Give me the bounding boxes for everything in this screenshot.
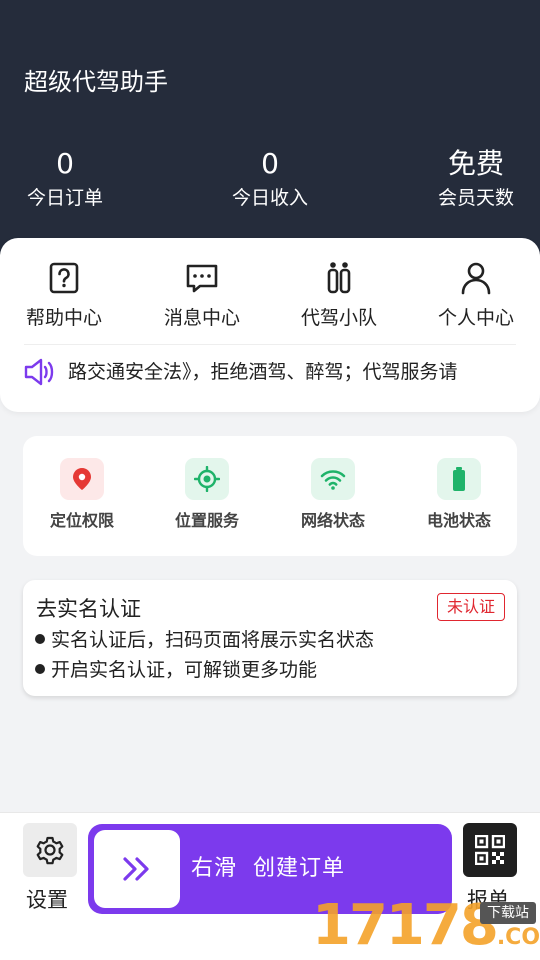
message-icon	[184, 260, 220, 296]
speaker-icon	[24, 358, 56, 386]
battery-icon	[437, 458, 481, 500]
bullet-dot	[35, 664, 45, 674]
stat-value: 0	[261, 147, 279, 180]
watermark-tag: 下载站	[480, 902, 536, 924]
slider-label: 右滑 创建订单	[191, 856, 345, 881]
gear-icon	[36, 836, 64, 865]
stat-value: 0	[56, 147, 74, 180]
nav-help-center[interactable]: 帮助中心	[14, 260, 114, 332]
bullet-dot	[35, 634, 45, 644]
nav-driving-team[interactable]: 代驾小队	[289, 260, 389, 332]
status-label: 位置服务	[174, 511, 239, 530]
stat-label: 今日订单	[26, 187, 103, 209]
auth-bullet: 实名认证后，扫码页面将展示实名状态	[35, 626, 374, 654]
status-label: 定位权限	[49, 511, 114, 530]
help-icon	[46, 260, 82, 296]
auth-bullet: 开启实名认证，可解锁更多功能	[35, 656, 317, 684]
status-network[interactable]: 网络状态	[278, 458, 388, 533]
location-pin-icon	[60, 458, 104, 500]
stat-value: 免费	[447, 147, 504, 180]
nav-label: 帮助中心	[25, 307, 102, 329]
status-location-permission[interactable]: 定位权限	[27, 458, 137, 533]
user-icon	[458, 260, 494, 296]
target-icon	[185, 458, 229, 500]
stat-today-income[interactable]: 0 今日收入	[229, 146, 311, 212]
status-location-service[interactable]: 位置服务	[152, 458, 262, 533]
bullet-text: 实名认证后，扫码页面将展示实名状态	[51, 629, 375, 651]
qr-code-icon	[475, 835, 505, 865]
settings-button[interactable]	[23, 823, 77, 877]
stat-today-orders[interactable]: 0 今日订单	[24, 146, 106, 212]
status-label: 网络状态	[300, 511, 365, 530]
nav-panel: 帮助中心 消息中心 代驾小队 个人中心 路交通安全法》，拒绝酒驾、醉驾；代驾服务…	[0, 238, 540, 412]
double-chevron-right-icon	[123, 857, 149, 881]
stat-label: 今日收入	[231, 187, 308, 209]
header: 超级代驾助手 0 今日订单 0 今日收入 免费 会员天数	[0, 0, 540, 260]
stat-member-days[interactable]: 免费 会员天数	[434, 146, 518, 212]
auth-status-badge: 未认证	[436, 593, 505, 621]
team-icon	[321, 260, 357, 296]
nav-personal-center[interactable]: 个人中心	[426, 260, 526, 332]
wifi-icon	[311, 458, 355, 500]
stat-label: 会员天数	[437, 187, 514, 209]
app-title: 超级代驾助手	[24, 68, 168, 96]
status-battery[interactable]: 电池状态	[404, 458, 514, 533]
divider	[24, 344, 516, 345]
watermark-suffix: .COM	[496, 925, 540, 950]
auth-title: 去实名认证	[36, 597, 141, 621]
nav-message-center[interactable]: 消息中心	[152, 260, 252, 332]
notice-marquee[interactable]: 路交通安全法》，拒绝酒驾、醉驾；代驾服务请	[68, 358, 520, 386]
status-card: 定位权限 位置服务 网络状态 电池状态	[23, 436, 517, 556]
report-order-button[interactable]	[463, 823, 517, 877]
real-name-auth-card[interactable]: 去实名认证 未认证 实名认证后，扫码页面将展示实名状态 开启实名认证，可解锁更多…	[23, 580, 517, 696]
slider-handle[interactable]	[94, 830, 180, 908]
watermark-number: 17178	[312, 893, 499, 958]
bullet-text: 开启实名认证，可解锁更多功能	[51, 659, 318, 681]
nav-label: 个人中心	[437, 307, 514, 329]
nav-label: 消息中心	[163, 307, 240, 329]
status-label: 电池状态	[426, 511, 491, 530]
nav-label: 代驾小队	[300, 307, 377, 329]
settings-label: 设置	[26, 888, 68, 912]
